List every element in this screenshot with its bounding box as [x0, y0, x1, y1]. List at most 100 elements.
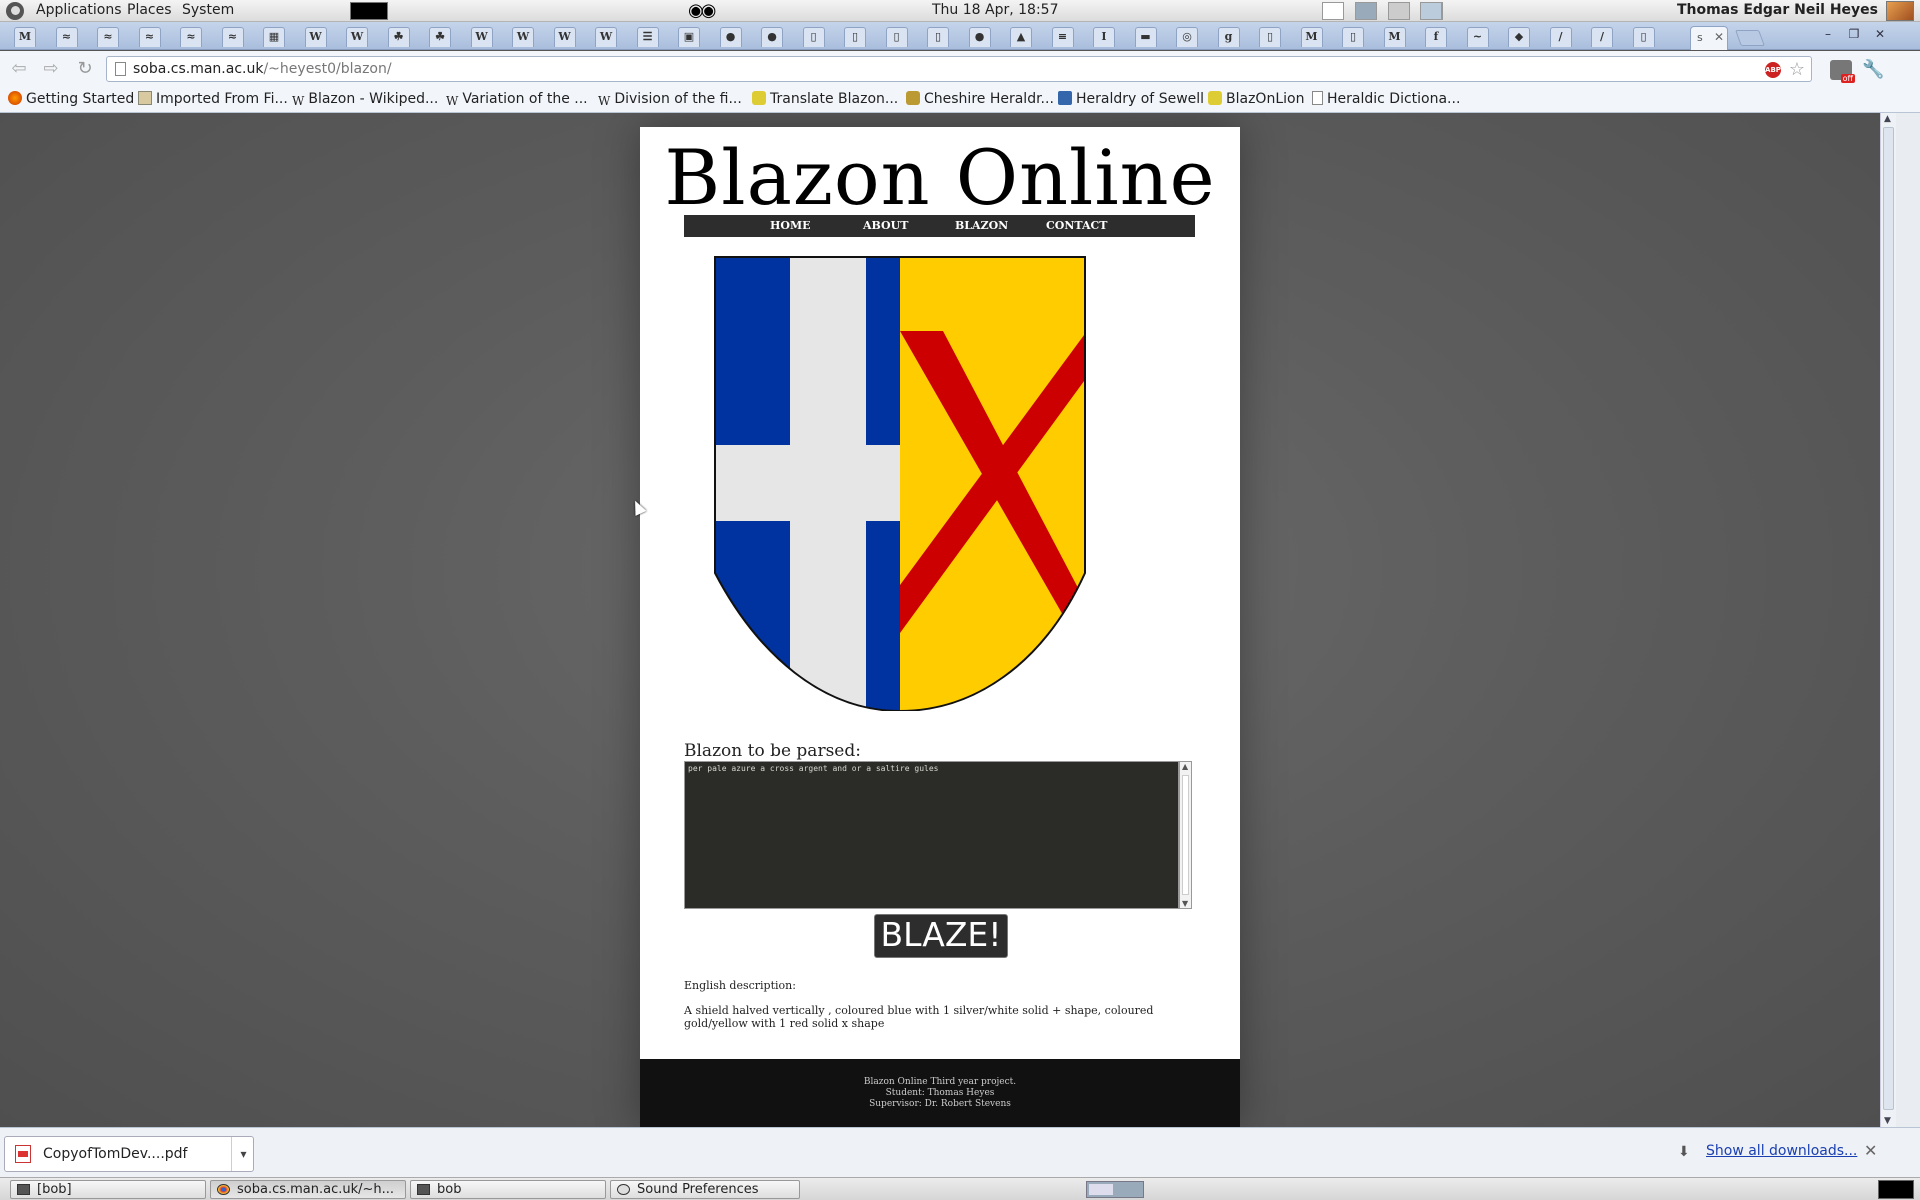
- pinned-tab[interactable]: ≈: [138, 27, 161, 47]
- gnome-menu-icon[interactable]: [6, 2, 24, 20]
- bookmark-imported[interactable]: Imported From Fi...: [138, 91, 288, 107]
- close-window-icon[interactable]: ✕: [1870, 27, 1890, 41]
- nav-blazon[interactable]: BLAZON: [955, 219, 1008, 232]
- pinned-tab[interactable]: I: [1093, 27, 1115, 47]
- pinned-tab[interactable]: ◎: [1176, 27, 1198, 47]
- task-bob[interactable]: bob: [410, 1180, 606, 1199]
- bookmark-cheshire-heraldry[interactable]: Cheshire Heraldr...: [906, 91, 1054, 107]
- workspace-switcher[interactable]: [1086, 1181, 1144, 1198]
- scroll-down-icon[interactable]: ▼: [1884, 1116, 1891, 1126]
- pinned-tab[interactable]: ▯: [885, 27, 908, 47]
- pinned-tab[interactable]: M: [14, 27, 36, 47]
- pinned-tab[interactable]: ☘: [387, 27, 410, 47]
- scroll-up-icon[interactable]: ▲: [1182, 762, 1188, 771]
- pinned-tab[interactable]: ▬: [1134, 27, 1157, 47]
- bookmark-translate-blazon[interactable]: Translate Blazon...: [752, 91, 898, 107]
- forward-icon[interactable]: ⇨: [38, 57, 64, 81]
- bookmark-getting-started[interactable]: Getting Started: [8, 91, 134, 107]
- scroll-down-icon[interactable]: ▼: [1182, 899, 1188, 908]
- pinned-tab[interactable]: ≡: [1051, 27, 1074, 47]
- pinned-tab[interactable]: /: [1591, 27, 1613, 47]
- close-tab-icon[interactable]: ✕: [1714, 30, 1724, 44]
- pinned-tab[interactable]: W: [595, 27, 617, 47]
- blank-tray-icon[interactable]: [1388, 2, 1410, 20]
- trash-applet-icon[interactable]: [1878, 1180, 1914, 1199]
- back-icon[interactable]: ⇦: [6, 57, 32, 81]
- bookmark-heraldic-dictionary[interactable]: Heraldic Dictiona...: [1312, 91, 1460, 107]
- scroll-thumb[interactable]: [1182, 775, 1189, 895]
- reload-icon[interactable]: ↻: [72, 57, 98, 81]
- new-tab-button[interactable]: [1735, 30, 1765, 46]
- bookmark-heraldry-sewell[interactable]: Heraldry of Sewell: [1058, 91, 1204, 107]
- tab-blazon-online[interactable]: s ✕: [1690, 26, 1728, 50]
- bookmark-blazon-wikipedia[interactable]: W Blazon - Wikiped...: [292, 91, 438, 108]
- pinned-tab[interactable]: ▯: [1342, 27, 1364, 47]
- task-bob-terminal[interactable]: [bob]: [10, 1180, 206, 1199]
- pinned-tab[interactable]: ▦: [263, 27, 285, 47]
- pinned-tab[interactable]: ▯: [802, 27, 825, 47]
- pinned-tab[interactable]: ≈: [221, 27, 244, 47]
- pinned-tab[interactable]: W: [553, 27, 576, 47]
- pinned-tab[interactable]: W: [304, 27, 327, 47]
- panel-clock[interactable]: Thu 18 Apr, 18:57: [932, 2, 1058, 18]
- chrome-tray-icon[interactable]: [1322, 2, 1344, 20]
- pinned-tab[interactable]: ▯: [844, 27, 866, 47]
- nav-contact[interactable]: CONTACT: [1046, 219, 1107, 232]
- restore-icon[interactable]: ❐: [1844, 27, 1864, 41]
- bookmark-star-icon[interactable]: ☆: [1789, 58, 1805, 82]
- pinned-tab[interactable]: ≈: [97, 27, 119, 47]
- pinned-tab[interactable]: ▣: [678, 27, 700, 47]
- wrench-menu-icon[interactable]: 🔧: [1862, 59, 1884, 80]
- screenshot-tray-icon[interactable]: [1355, 2, 1377, 20]
- blazon-textarea[interactable]: [684, 761, 1179, 909]
- user-menu[interactable]: Thomas Edgar Neil Heyes: [1677, 2, 1878, 18]
- pinned-tab[interactable]: M: [1300, 27, 1323, 47]
- task-chrome[interactable]: soba.cs.man.ac.uk/~h...: [210, 1180, 406, 1199]
- system-menu[interactable]: System: [182, 2, 234, 18]
- adblock-icon[interactable]: ABP: [1765, 62, 1781, 78]
- minimize-icon[interactable]: –: [1818, 27, 1838, 41]
- scroll-thumb[interactable]: [1883, 127, 1894, 1110]
- pinned-tab[interactable]: ▯: [927, 27, 949, 47]
- address-bar[interactable]: soba.cs.man.ac.uk/~heyest0/blazon/ ABP ☆: [106, 56, 1812, 82]
- pinned-tab[interactable]: f: [1425, 27, 1447, 47]
- pinned-tab[interactable]: ▯: [1632, 27, 1655, 47]
- pinned-tab[interactable]: ≈: [55, 27, 78, 47]
- places-menu[interactable]: Places: [127, 2, 172, 18]
- show-all-downloads-link[interactable]: Show all downloads...: [1706, 1143, 1857, 1159]
- pinned-tab[interactable]: ▲: [1010, 27, 1032, 47]
- download-item[interactable]: CopyofTomDev....pdf ▾: [4, 1136, 254, 1172]
- pinned-tab[interactable]: ◆: [1508, 27, 1530, 47]
- blaze-button[interactable]: BLAZE!: [874, 914, 1008, 958]
- pinned-tab[interactable]: W: [346, 27, 368, 47]
- pinned-tab[interactable]: ☘: [429, 27, 451, 47]
- pinned-tab[interactable]: W: [470, 27, 493, 47]
- chevron-down-icon[interactable]: ▾: [231, 1137, 255, 1171]
- applications-menu[interactable]: Applications: [36, 2, 122, 18]
- pinned-tab[interactable]: ≈: [180, 27, 202, 47]
- pinned-tab[interactable]: W: [512, 27, 534, 47]
- pinned-tab[interactable]: ~: [1466, 27, 1489, 47]
- task-sound-preferences[interactable]: Sound Preferences: [610, 1180, 800, 1199]
- close-shelf-icon[interactable]: ✕: [1864, 1141, 1877, 1160]
- user-avatar[interactable]: [1886, 1, 1914, 21]
- textarea-scrollbar[interactable]: ▲ ▼: [1179, 761, 1192, 909]
- nav-home[interactable]: HOME: [770, 219, 811, 232]
- bookmark-blazonlion[interactable]: BlazOnLion: [1208, 91, 1304, 107]
- display-tray-icon[interactable]: [1420, 2, 1442, 20]
- pinned-tab[interactable]: M: [1383, 27, 1406, 47]
- pinned-tab[interactable]: ●: [719, 27, 742, 47]
- page-scrollbar[interactable]: ▲ ▼: [1880, 113, 1896, 1127]
- pinned-tab[interactable]: ☰: [636, 27, 659, 47]
- scroll-up-icon[interactable]: ▲: [1884, 114, 1891, 124]
- nav-about[interactable]: ABOUT: [863, 219, 908, 232]
- bookmark-variation[interactable]: W Variation of the ...: [446, 91, 588, 108]
- terminal-launcher-icon[interactable]: [350, 2, 388, 20]
- pinned-tab[interactable]: ●: [968, 27, 991, 47]
- pinned-tab[interactable]: g: [1217, 27, 1240, 47]
- pinned-tab[interactable]: /: [1549, 27, 1572, 47]
- pinned-tab[interactable]: ▯: [1259, 27, 1281, 47]
- extension-off-icon[interactable]: [1830, 60, 1855, 83]
- pinned-tab[interactable]: ●: [761, 27, 783, 47]
- bookmark-division[interactable]: W Division of the fi...: [598, 91, 742, 108]
